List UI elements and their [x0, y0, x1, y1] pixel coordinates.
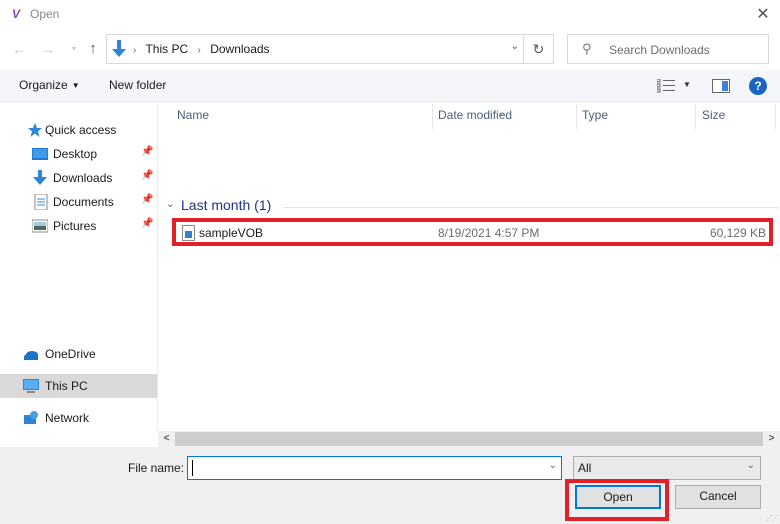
forward-button[interactable]: → [40, 39, 56, 59]
column-separator[interactable] [775, 103, 776, 129]
scroll-left-button[interactable]: < [158, 431, 175, 447]
star-icon [28, 123, 42, 137]
sidebar-item-label: Network [45, 411, 90, 425]
column-header-date-modified[interactable]: ⌄ Date modified [433, 103, 577, 129]
title-bar: V Open ✕ [0, 0, 780, 30]
sidebar-item-pictures[interactable]: Pictures 📌 [0, 214, 157, 238]
new-folder-button[interactable]: New folder [109, 78, 166, 92]
search-icon: ⚲ [582, 41, 592, 56]
resize-grip[interactable]: ⋰⋰ [766, 514, 779, 522]
horizontal-scrollbar[interactable]: < > [158, 431, 780, 447]
help-button[interactable]: ? [749, 77, 767, 95]
computer-icon [23, 379, 39, 393]
scrollbar-thumb[interactable] [175, 432, 763, 446]
refresh-button[interactable]: ↻ [524, 34, 554, 64]
up-button[interactable]: ↑ [85, 39, 101, 59]
sidebar-item-quick-access[interactable]: Quick access [0, 118, 157, 142]
view-details-icon[interactable] [657, 79, 675, 93]
sidebar-item-onedrive[interactable]: OneDrive [0, 342, 157, 366]
breadcrumb-separator: › [197, 45, 201, 56]
sidebar-item-this-pc[interactable]: This PC [0, 374, 157, 398]
chevron-down-icon[interactable]: ⌄ [549, 460, 557, 471]
file-name-input[interactable] [190, 459, 535, 477]
column-label: Type [582, 108, 609, 122]
command-bar: Organize ▼ New folder ▼ ? [0, 70, 780, 102]
preview-pane-icon[interactable] [712, 79, 730, 93]
breadcrumb: › This PC › Downloads [133, 42, 270, 56]
column-header-type[interactable]: Type [577, 103, 695, 129]
search-input[interactable]: Search Downloads [609, 43, 710, 57]
close-button[interactable]: ✕ [752, 4, 774, 26]
group-header[interactable]: ⌄ Last month (1) [166, 197, 778, 216]
pin-icon[interactable]: 📌 [141, 194, 153, 205]
pictures-icon [32, 219, 48, 233]
breadcrumb-downloads[interactable]: Downloads [210, 42, 269, 56]
search-box[interactable]: ⚲ Search Downloads [567, 34, 769, 64]
file-size: 60,129 KB [709, 226, 766, 240]
column-label: Size [702, 108, 726, 122]
breadcrumb-separator: › [133, 45, 137, 56]
navigation-pane: Quick access Desktop 📌 Downloads 📌 Docum… [0, 103, 157, 443]
sidebar-item-network[interactable]: Network [0, 406, 157, 430]
caret-down-icon: ▼ [71, 81, 80, 90]
group-label: Last month (1) [181, 197, 272, 213]
file-list: Name ⌄ Date modified Type Size ⌄ Last mo… [158, 103, 780, 431]
sidebar-item-label: Quick access [45, 123, 117, 137]
text-cursor [192, 460, 193, 476]
sidebar-item-label: Documents [53, 195, 114, 209]
sidebar-item-label: Pictures [53, 219, 97, 233]
window-title: Open [30, 7, 60, 21]
file-name-combobox[interactable]: ⌄ [187, 456, 562, 480]
pin-icon[interactable]: 📌 [141, 170, 153, 181]
documents-icon [34, 194, 48, 210]
file-name-label: File name: [128, 461, 185, 475]
table-row[interactable]: sampleVOB 8/19/2021 4:57 PM 60,129 KB [172, 218, 773, 246]
view-options-button[interactable]: ▼ [683, 80, 691, 89]
pin-icon[interactable]: 📌 [141, 146, 153, 157]
sidebar-item-label: Downloads [53, 171, 113, 185]
sidebar-item-label: OneDrive [45, 347, 96, 361]
cloud-icon [24, 351, 38, 360]
sidebar-item-label: Desktop [53, 147, 98, 161]
video-file-icon [182, 225, 195, 241]
column-label: Name [177, 108, 210, 122]
dialog-footer: File name: ⌄ All ⌄ Open Cancel ⋰⋰ [0, 447, 780, 524]
sidebar-item-label: This PC [45, 379, 88, 393]
cancel-button[interactable]: Cancel [675, 485, 761, 509]
navigation-bar: ← → ▾ ↑ › This PC › Downloads ⌄ ↻ ⚲ Sear… [0, 30, 780, 68]
network-icon [24, 411, 38, 424]
app-logo-icon: V [11, 7, 20, 21]
column-label: Date modified [438, 108, 513, 122]
chevron-down-icon[interactable]: ⌄ [511, 41, 519, 52]
chevron-down-icon[interactable]: ⌄ [166, 199, 174, 210]
open-button[interactable]: Open [575, 485, 661, 509]
chevron-down-icon: ⌄ [746, 460, 755, 471]
file-date-modified: 8/19/2021 4:57 PM [438, 226, 540, 240]
pin-icon[interactable]: 📌 [141, 218, 153, 229]
scroll-right-button[interactable]: > [763, 431, 780, 447]
column-header-size[interactable]: Size [696, 103, 776, 129]
address-bar[interactable]: › This PC › Downloads ⌄ [106, 34, 524, 64]
downloads-icon [112, 40, 126, 57]
refresh-icon: ↻ [532, 41, 545, 57]
recent-locations-button[interactable]: ▾ [66, 39, 82, 59]
sidebar-item-documents[interactable]: Documents 📌 [0, 190, 157, 214]
sidebar-item-downloads[interactable]: Downloads 📌 [0, 166, 157, 190]
organize-label: Organize [19, 78, 68, 92]
group-divider [284, 207, 778, 208]
column-header-name[interactable]: Name [158, 103, 433, 129]
organize-button[interactable]: Organize ▼ [19, 78, 80, 92]
desktop-icon [32, 148, 48, 160]
downloads-icon [33, 170, 47, 185]
file-type-select[interactable]: All ⌄ [573, 456, 761, 480]
sidebar-item-desktop[interactable]: Desktop 📌 [0, 142, 157, 166]
breadcrumb-this-pc[interactable]: This PC [145, 42, 188, 56]
file-type-value: All [578, 461, 592, 475]
file-name: sampleVOB [199, 226, 264, 240]
back-button[interactable]: ← [11, 39, 27, 59]
